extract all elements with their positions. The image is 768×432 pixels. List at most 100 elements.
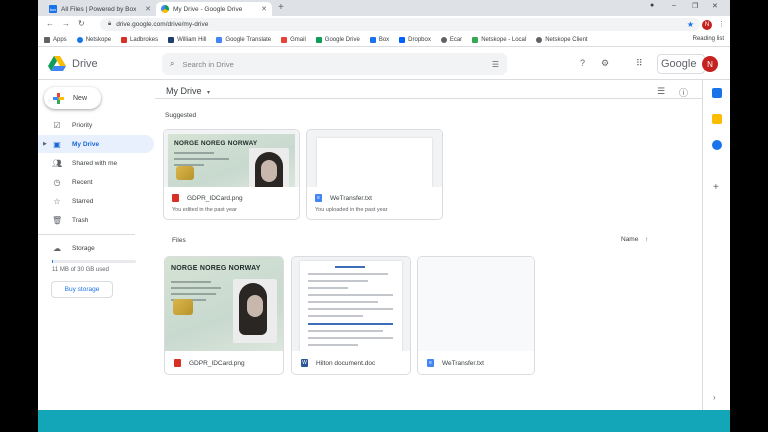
suggested-card-gdpr-idcard[interactable]: NORGE NOREG NORWAY GDPR_IDCard.png You e… [163,129,300,220]
globe-icon [76,36,83,43]
search-icon[interactable]: ⌕ [170,59,174,69]
settings-gear-icon[interactable]: ⚙ [601,58,609,69]
bookmark-netskope-local[interactable]: Netskope - Local [472,36,527,43]
sidebar-item-priority[interactable]: ☑ Priority [38,116,154,134]
brand-text: Google [661,58,697,70]
omnibox[interactable]: 🔒︎ drive.google.com/drive/my-drive ★ [100,18,700,31]
people-icon: 👥︎ [52,158,63,168]
tab-title: All Files | Powered by Box [61,5,137,13]
gmail-icon [281,36,288,43]
dropbox-icon [399,36,406,43]
google-account-brand[interactable]: Google [657,54,705,74]
bookmark-label: Dropbox [408,36,431,43]
storage-progress-bar [52,260,136,263]
new-tab-button[interactable]: + [278,2,284,13]
reading-list-button[interactable]: Reading list [693,36,724,42]
bookmark-label: Netskope - Local [481,36,527,43]
file-name: Hilton document.doc [316,359,376,367]
bookmark-label: Netskope [85,36,112,43]
sidebar-divider [38,234,135,235]
cloud-icon: ☁ [53,243,61,253]
bookmark-google-translate[interactable]: Google Translate [216,36,271,43]
sidebar-item-storage[interactable]: ☁ Storage [38,239,154,257]
browser-profile-avatar[interactable]: N [702,20,712,30]
sidebar-item-starred[interactable]: ☆ Starred [38,192,154,210]
keep-icon[interactable] [712,114,722,124]
drive-folder-icon: ▣ [53,139,61,149]
expand-caret-icon[interactable]: ▶ [43,141,47,147]
buy-storage-button[interactable]: Buy storage [51,281,113,298]
storage-used-text: 11 MB of 30 GB used [52,267,109,273]
chevron-right-icon[interactable]: › [713,393,716,402]
plus-icon [53,92,64,104]
globe-icon [440,36,447,43]
file-name: GDPR_IDCard.png [187,194,243,202]
sidebar-item-shared-with-me[interactable]: 👥︎ Shared with me [38,154,154,172]
bookmark-ladbrokes[interactable]: Ladbrokes [121,36,158,43]
tab-strip: box All Files | Powered by Box ✕ My Driv… [38,0,730,16]
search-options-icon[interactable]: ☰ [492,60,499,69]
bookmark-google-drive[interactable]: Google Drive [315,36,360,43]
maximize-icon[interactable]: ❐ [692,2,698,10]
reload-icon[interactable]: ↻ [78,19,85,28]
back-icon[interactable]: ← [46,19,54,28]
bookmark-william-hill[interactable]: William Hill [168,36,207,43]
help-icon[interactable]: ? [580,58,585,68]
close-icon[interactable]: ✕ [261,5,267,13]
tasks-icon[interactable] [712,140,722,150]
bookmark-netskope-client[interactable]: Netskope Client [536,36,588,43]
tab-box[interactable]: box All Files | Powered by Box ✕ [44,2,156,16]
bookmark-ecar[interactable]: Ecar [440,36,462,43]
file-thumbnail: NORGE NOREG NORWAY [165,257,283,351]
file-card-gdpr-idcard[interactable]: NORGE NOREG NORWAY GDPR_IDCard.png [164,256,284,375]
bookmark-dropbox[interactable]: Dropbox [399,36,431,43]
list-view-icon[interactable]: ☰ [657,86,665,97]
bookmark-netskope[interactable]: Netskope [76,36,112,43]
search-placeholder: Search in Drive [182,59,234,69]
file-card-hilton-document[interactable]: W Hilton document.doc [291,256,411,375]
app-name[interactable]: Drive [72,58,98,70]
bookmark-box[interactable]: Box [369,36,389,43]
bookmark-label: Gmail [290,36,306,43]
sidebar-item-label: Storage [72,244,95,252]
sort-arrow-up-icon[interactable]: ↑ [645,236,648,243]
storage-progress-fill [52,260,53,263]
add-addon-icon[interactable]: + [713,182,719,193]
drive-header: Drive ⌕ Search in Drive ☰ ? ⚙ ⠿ Google N [38,48,730,80]
sidebar-item-recent[interactable]: ◷ Recent [38,173,154,191]
account-avatar[interactable]: N [702,56,718,72]
suggested-card-wetransfer[interactable]: ≡ WeTransfer.txt You uploaded in the pas… [306,129,443,220]
google-drive-logo-icon[interactable] [48,56,66,72]
file-thumbnail [292,257,410,351]
profile-menu-icon[interactable]: ● [650,2,654,9]
my-drive-title-button[interactable]: My Drive ▾ [166,86,210,96]
bookmark-label: Netskope Client [545,36,588,43]
minimize-icon[interactable]: – [672,2,676,9]
close-icon[interactable]: ✕ [145,5,151,13]
sidebar-item-label: Starred [72,197,94,205]
image-file-icon [172,194,179,202]
calendar-icon[interactable] [712,88,722,98]
forward-icon[interactable]: → [62,19,70,28]
sidebar-item-trash[interactable]: 🗑︎ Trash [38,211,154,229]
sort-by-name-button[interactable]: Name ↑ [621,236,648,243]
new-button[interactable]: New [44,87,101,109]
address-bar-row: ← → ↻ 🔒︎ drive.google.com/drive/my-drive… [38,16,730,33]
file-card-wetransfer[interactable]: ≡ WeTransfer.txt [417,256,535,375]
file-name: WeTransfer.txt [330,194,372,202]
id-card-image: NORGE NOREG NORWAY [168,134,295,187]
bookmark-label: Google Drive [324,36,360,43]
browser-window: box All Files | Powered by Box ✕ My Driv… [38,0,730,410]
tab-google-drive[interactable]: My Drive - Google Drive ✕ [156,2,272,16]
bookmark-star-icon[interactable]: ★ [687,20,694,29]
sidebar-item-label: Recent [72,178,93,186]
sidebar-item-my-drive[interactable]: ▶ ▣ My Drive [38,135,154,153]
bookmark-gmail[interactable]: Gmail [281,36,306,43]
bookmark-label: William Hill [177,36,207,43]
search-input[interactable]: ⌕ Search in Drive ☰ [162,53,507,75]
bookmark-apps[interactable]: Apps [44,36,67,43]
apps-grid-icon[interactable]: ⠿ [636,58,643,69]
browser-menu-icon[interactable]: ⋮ [718,20,725,28]
ladbrokes-icon [121,36,128,43]
close-window-icon[interactable]: ✕ [712,2,718,10]
